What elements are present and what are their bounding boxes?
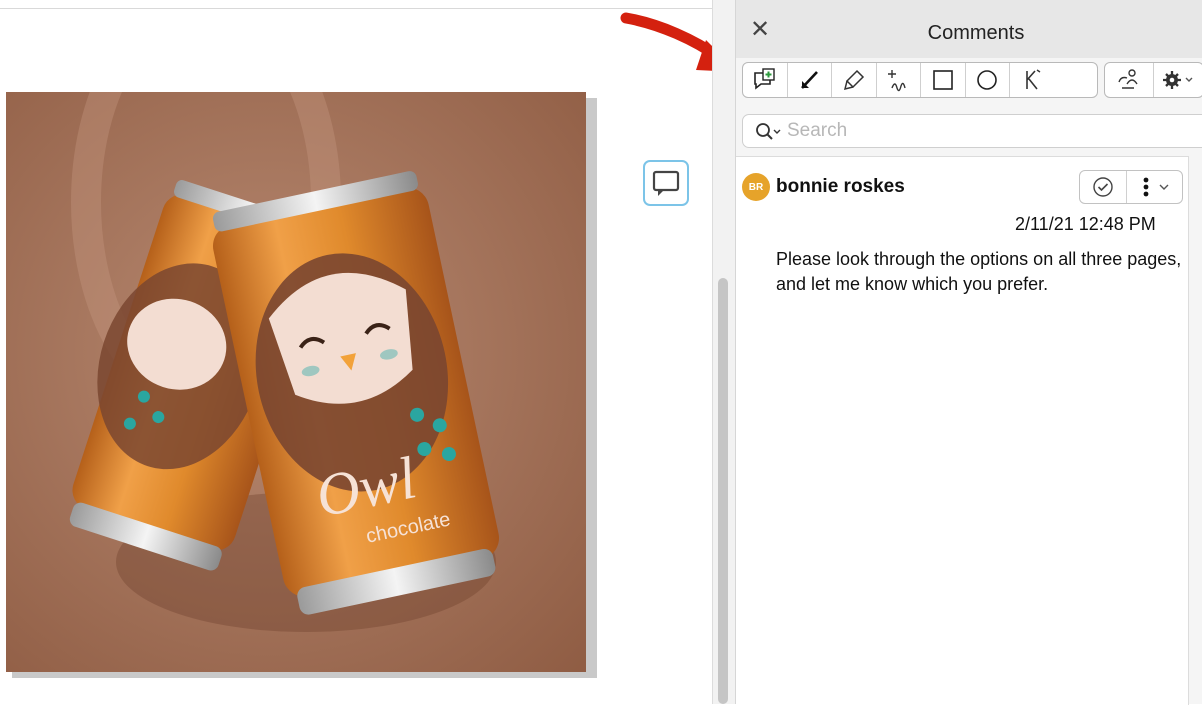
freehand-tool-button[interactable]	[877, 63, 921, 97]
highlighter-tool-button[interactable]	[832, 63, 877, 97]
panel-header: ✕ Comments	[736, 0, 1202, 58]
can-illustration: Owl chocolate	[6, 92, 586, 672]
more-vertical-icon	[1143, 177, 1169, 197]
ellipse-icon	[977, 70, 998, 90]
comment-author: bonnie roskes	[776, 176, 905, 197]
scrollbar-thumb[interactable]	[718, 278, 728, 704]
more-options-button[interactable]	[1127, 171, 1182, 203]
comment-text: Please look through the options on all t…	[776, 249, 1182, 294]
text-pen-icon	[1026, 69, 1041, 90]
search-input[interactable]	[787, 119, 1167, 143]
comment-pin-icon[interactable]	[643, 160, 689, 206]
rectangle-tool-button[interactable]	[921, 63, 966, 97]
line-arrow-icon	[801, 71, 819, 89]
ellipse-tool-button[interactable]	[966, 63, 1010, 97]
panel-title: Comments	[927, 22, 1025, 44]
avatar: BR	[742, 173, 770, 201]
divider	[0, 8, 712, 9]
checkmark-circle-icon	[1093, 177, 1113, 197]
comment-controls	[1079, 170, 1183, 204]
share-button[interactable]	[1105, 63, 1154, 97]
comment-list: BR bonnie roskes 2/11/21 12:48 PM Please…	[736, 156, 1189, 705]
resolve-button[interactable]	[1080, 171, 1127, 203]
annotation-toolbar	[742, 62, 1098, 98]
comments-panel: ✕ Comments Search BR bonnie roskes 2/11/…	[735, 0, 1202, 705]
gear-icon	[1163, 71, 1193, 89]
canvas-scrollbar[interactable]	[712, 0, 735, 704]
freehand-icon	[888, 70, 906, 92]
panel-options-toolbar	[1104, 62, 1202, 98]
document-canvas: Owl chocolate	[0, 0, 738, 704]
settings-button[interactable]	[1154, 63, 1202, 97]
artwork-image[interactable]: Owl chocolate	[6, 92, 586, 672]
text-tool-button[interactable]	[1010, 63, 1055, 97]
add-comment-icon	[753, 68, 775, 90]
share-user-icon	[1118, 69, 1138, 89]
search-icon	[756, 123, 781, 140]
search-box	[742, 114, 1202, 148]
comment-timestamp: 2/11/21 12:48 PM	[1015, 214, 1156, 234]
add-comment-button[interactable]	[743, 63, 788, 97]
line-tool-button[interactable]	[788, 63, 832, 97]
highlighter-icon	[843, 69, 864, 91]
rectangle-icon	[932, 70, 953, 90]
